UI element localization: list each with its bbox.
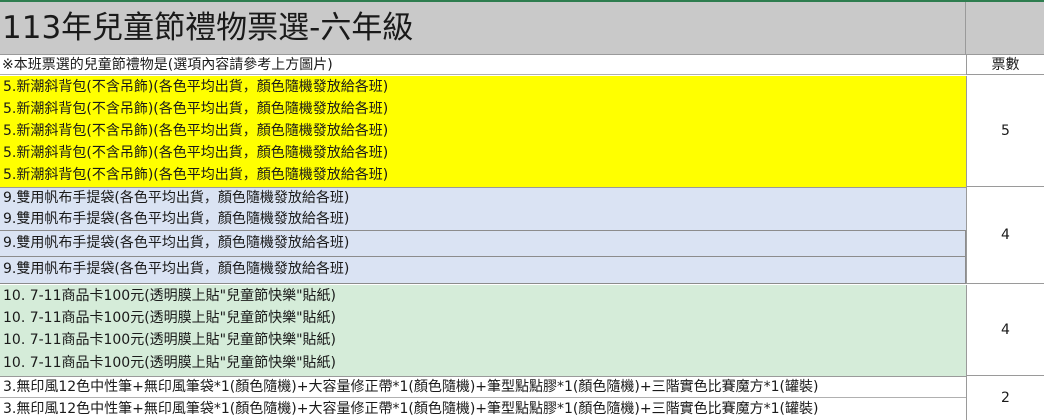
option-group-giftcard: 10. 7-11商品卡100元(透明膜上貼"兒童節快樂"貼紙) 10. 7-11…: [0, 285, 966, 376]
option-group-stationery: 3.無印風12色中性筆+無印風筆袋*1(顏色隨機)+大容量修正帶*1(顏色隨機)…: [0, 376, 966, 420]
option-row[interactable]: 9.雙用帆布手提袋(各色平均出貨，顏色隨機發放給各班): [0, 188, 966, 209]
option-row[interactable]: 5.新潮斜背包(不含吊飾)(各色平均出貨，顏色隨機發放給各班): [0, 120, 966, 142]
option-row[interactable]: 10. 7-11商品卡100元(透明膜上貼"兒童節快樂"貼紙): [0, 351, 966, 376]
option-row[interactable]: 9.雙用帆布手提袋(各色平均出貨，顏色隨機發放給各班): [0, 230, 966, 257]
option-row[interactable]: 10. 7-11商品卡100元(透明膜上貼"兒童節快樂"貼紙): [0, 307, 966, 329]
title-empty-cell[interactable]: [966, 2, 1044, 55]
option-row[interactable]: 3.無印風12色中性筆+無印風筆袋*1(顏色隨機)+大容量修正帶*1(顏色隨機)…: [0, 377, 966, 398]
note-cell[interactable]: ※本班票選的兒童節禮物是(選項內容請參考上方圖片): [0, 55, 966, 75]
option-group-tote: 9.雙用帆布手提袋(各色平均出貨，顏色隨機發放給各班) 9.雙用帆布手提袋(各色…: [0, 187, 966, 284]
vote-count-cell[interactable]: 4: [966, 187, 1044, 284]
option-row[interactable]: 3.無印風12色中性筆+無印風筆袋*1(顏色隨機)+大容量修正帶*1(顏色隨機)…: [0, 398, 966, 420]
vote-count-cell[interactable]: 4: [966, 285, 1044, 376]
option-row[interactable]: 10. 7-11商品卡100元(透明膜上貼"兒童節快樂"貼紙): [0, 285, 966, 307]
option-row[interactable]: 5.新潮斜背包(不含吊飾)(各色平均出貨，顏色隨機發放給各班): [0, 76, 966, 98]
option-row[interactable]: 9.雙用帆布手提袋(各色平均出貨，顏色隨機發放給各班): [0, 257, 966, 284]
vote-count-cell[interactable]: 2: [966, 376, 1044, 420]
option-row[interactable]: 10. 7-11商品卡100元(透明膜上貼"兒童節快樂"貼紙): [0, 329, 966, 351]
option-row[interactable]: 9.雙用帆布手提袋(各色平均出貨，顏色隨機發放給各班): [0, 209, 966, 230]
option-row[interactable]: 5.新潮斜背包(不含吊飾)(各色平均出貨，顏色隨機發放給各班): [0, 142, 966, 164]
spreadsheet: 113年兒童節禮物票選-六年級 ※本班票選的兒童節禮物是(選項內容請參考上方圖片…: [0, 0, 1044, 420]
sheet-title[interactable]: 113年兒童節禮物票選-六年級: [0, 2, 966, 55]
option-group-bag: 5.新潮斜背包(不含吊飾)(各色平均出貨，顏色隨機發放給各班) 5.新潮斜背包(…: [0, 76, 966, 187]
option-row[interactable]: 5.新潮斜背包(不含吊飾)(各色平均出貨，顏色隨機發放給各班): [0, 98, 966, 120]
vote-count-header[interactable]: 票數: [966, 55, 1044, 75]
vote-count-cell[interactable]: 5: [966, 76, 1044, 187]
option-row[interactable]: 5.新潮斜背包(不含吊飾)(各色平均出貨，顏色隨機發放給各班): [0, 164, 966, 187]
